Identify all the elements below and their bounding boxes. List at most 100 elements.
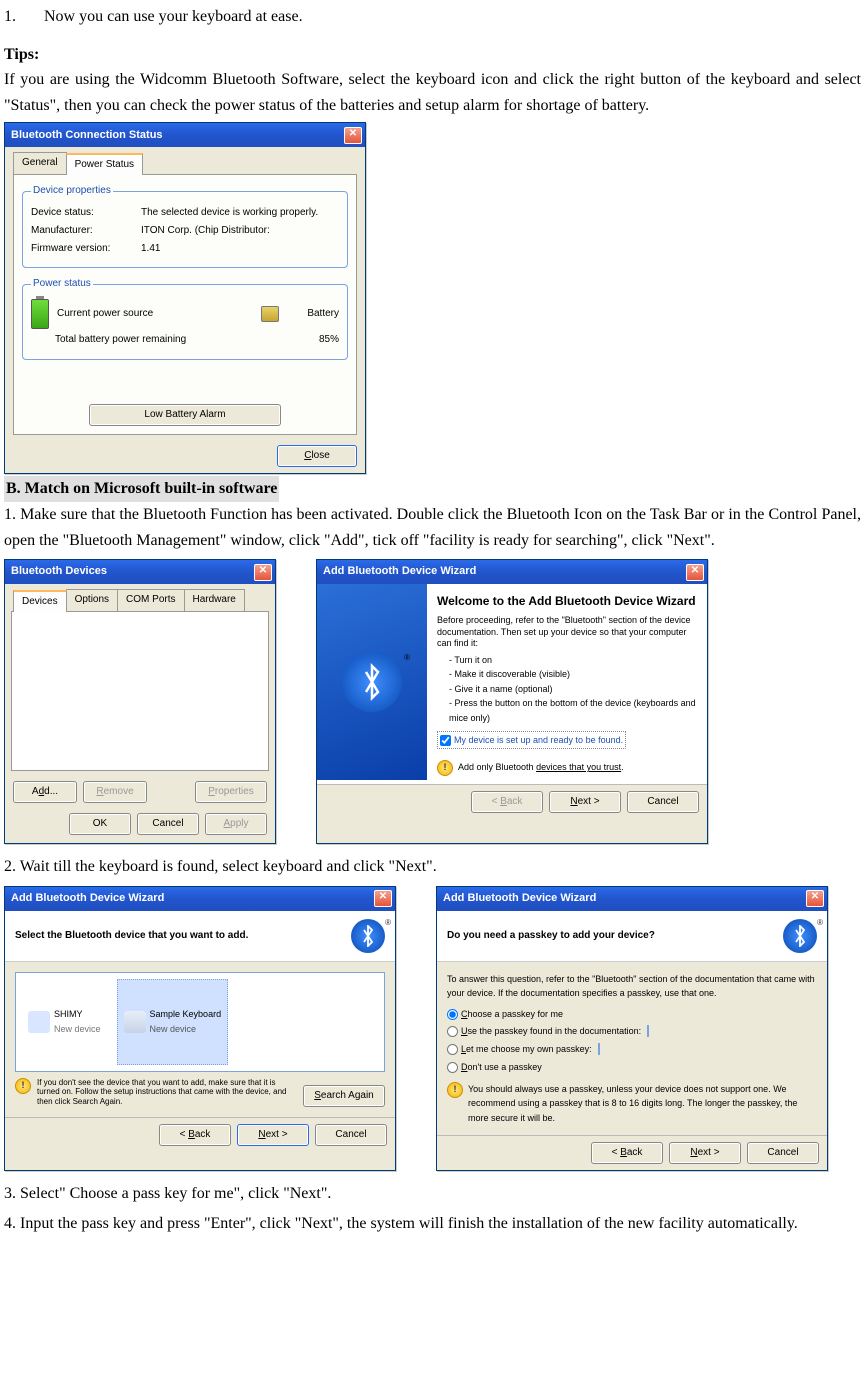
bluetooth-icon xyxy=(351,919,385,953)
next-button[interactable]: Next > xyxy=(669,1142,741,1164)
step-text: Now you can use your keyboard at ease. xyxy=(44,8,303,25)
bluetooth-status-dialog: Bluetooth Connection Status ✕ General Po… xyxy=(4,122,366,474)
cancel-button[interactable]: Cancel xyxy=(747,1142,819,1164)
keyboard-icon xyxy=(124,1011,146,1033)
tab-power-status[interactable]: Power Status xyxy=(66,153,143,175)
titlebar[interactable]: Bluetooth Connection Status ✕ xyxy=(5,123,365,147)
para-b4: 4. Input the pass key and press "Enter",… xyxy=(4,1211,861,1237)
titlebar[interactable]: Add Bluetooth Device Wizard ✕ xyxy=(5,887,395,911)
search-hint: If you don't see the device that you wan… xyxy=(37,1078,297,1107)
warning-icon: ! xyxy=(15,1078,31,1094)
ready-checkbox[interactable]: My device is set up and ready to be foun… xyxy=(437,731,626,749)
tab-devices[interactable]: Devices xyxy=(13,590,67,612)
tab-strip: General Power Status xyxy=(5,147,365,174)
add-button[interactable]: Add... xyxy=(13,781,77,803)
registered-mark: ® xyxy=(817,917,823,930)
value: Battery xyxy=(279,306,339,322)
properties-button: Properties xyxy=(195,781,267,803)
device-icon xyxy=(28,1011,50,1033)
label: Total battery power remaining xyxy=(55,332,279,348)
legend: Power status xyxy=(31,276,93,292)
device-properties-group: Device properties Device status:The sele… xyxy=(22,183,348,268)
next-button[interactable]: Next > xyxy=(549,791,621,813)
value: The selected device is working properly. xyxy=(141,205,339,221)
close-icon[interactable]: ✕ xyxy=(344,127,362,144)
cancel-button[interactable]: Cancel xyxy=(627,791,699,813)
add-device-wizard-welcome: Add Bluetooth Device Wizard ✕ ® Welcome … xyxy=(316,559,708,844)
device-list xyxy=(11,611,269,771)
titlebar[interactable]: Add Bluetooth Device Wizard ✕ xyxy=(437,887,827,911)
passkey-input[interactable] xyxy=(598,1043,600,1055)
close-icon[interactable]: ✕ xyxy=(254,564,272,581)
wizard-heading: Welcome to the Add Bluetooth Device Wiza… xyxy=(437,592,697,611)
checkbox[interactable] xyxy=(440,735,451,746)
value: ITON Corp. (Chip Distributor: xyxy=(141,223,339,239)
value: 1.41 xyxy=(141,241,339,257)
radio-no-passkey[interactable]: Don't use a passkey xyxy=(447,1060,817,1074)
device-list[interactable]: SHIMY New device Sample Keyboard New dev… xyxy=(15,972,385,1072)
ok-button[interactable]: OK xyxy=(69,813,131,835)
passkey-warning: You should always use a passkey, unless … xyxy=(468,1082,817,1125)
radio-use-doc-passkey[interactable]: Use the passkey found in the documentati… xyxy=(447,1024,817,1039)
passkey-input[interactable] xyxy=(647,1025,649,1037)
step-1: 1. Now you can use your keyboard at ease… xyxy=(4,4,861,30)
device-name: Sample Keyboard xyxy=(150,1007,222,1021)
cancel-button[interactable]: Cancel xyxy=(137,813,199,835)
search-again-button[interactable]: Search Again xyxy=(303,1085,385,1107)
tips-heading: Tips: xyxy=(4,42,861,68)
dialog-title: Bluetooth Connection Status xyxy=(11,127,344,145)
bluetooth-icon xyxy=(783,919,817,953)
tab-options[interactable]: Options xyxy=(66,589,118,611)
device-sub: New device xyxy=(54,1022,101,1036)
radio-own-passkey[interactable]: Let me choose my own passkey: xyxy=(447,1042,817,1057)
list-item: Turn it on xyxy=(449,653,697,667)
wizard-head-text: Do you need a passkey to add your device… xyxy=(447,928,783,944)
tab-body: Device properties Device status:The sele… xyxy=(13,174,357,435)
power-status-group: Power status Current power source Batter… xyxy=(22,276,348,360)
back-button[interactable]: < Back xyxy=(591,1142,663,1164)
back-button: < Back xyxy=(471,791,543,813)
bluetooth-devices-dialog: Bluetooth Devices ✕ Devices Options COM … xyxy=(4,559,276,844)
wizard-side-image: ® xyxy=(317,584,427,780)
device-item-shimy[interactable]: SHIMY New device xyxy=(22,979,107,1065)
dialog-title: Add Bluetooth Device Wizard xyxy=(443,890,806,908)
cancel-button[interactable]: Cancel xyxy=(315,1124,387,1146)
dialog-title: Add Bluetooth Device Wizard xyxy=(11,890,374,908)
titlebar[interactable]: Add Bluetooth Device Wizard ✕ xyxy=(317,560,707,584)
bluetooth-icon xyxy=(342,652,402,712)
close-icon[interactable]: ✕ xyxy=(374,890,392,907)
titlebar[interactable]: Bluetooth Devices ✕ xyxy=(5,560,275,584)
wizard-text: Before proceeding, refer to the "Bluetoo… xyxy=(437,615,697,649)
label: Device status: xyxy=(31,205,141,221)
wizard-head-text: Select the Bluetooth device that you wan… xyxy=(15,928,351,944)
low-battery-alarm-button[interactable]: Low Battery Alarm xyxy=(89,404,281,426)
close-button[interactable]: Close xyxy=(277,445,357,467)
registered-mark: ® xyxy=(385,917,391,930)
label: Current power source xyxy=(57,306,261,322)
close-icon[interactable]: ✕ xyxy=(806,890,824,907)
tab-com-ports[interactable]: COM Ports xyxy=(117,589,184,611)
back-button[interactable]: < Back xyxy=(159,1124,231,1146)
close-icon[interactable]: ✕ xyxy=(686,564,704,581)
remove-button: Remove xyxy=(83,781,147,803)
label: Manufacturer: xyxy=(31,223,141,239)
next-button[interactable]: Next > xyxy=(237,1124,309,1146)
step-number: 1. xyxy=(4,4,40,30)
add-device-wizard-select: Add Bluetooth Device Wizard ✕ Select the… xyxy=(4,886,396,1171)
para-b1: 1. Make sure that the Bluetooth Function… xyxy=(4,502,861,553)
tab-hardware[interactable]: Hardware xyxy=(184,589,245,611)
battery-icon xyxy=(31,299,49,329)
device-item-keyboard[interactable]: Sample Keyboard New device xyxy=(117,979,229,1065)
apply-button: Apply xyxy=(205,813,267,835)
para-b3: 3. Select" Choose a pass key for me", cl… xyxy=(4,1181,861,1207)
tab-general[interactable]: General xyxy=(13,152,67,174)
add-device-wizard-passkey: Add Bluetooth Device Wizard ✕ Do you nee… xyxy=(436,886,828,1171)
dialog-title: Add Bluetooth Device Wizard xyxy=(323,563,686,581)
radio-choose-for-me[interactable]: Choose a passkey for me xyxy=(447,1007,817,1021)
label: Firmware version: xyxy=(31,241,141,257)
warning-text: Add only Bluetooth devices that you trus… xyxy=(458,760,624,774)
registered-mark: ® xyxy=(404,652,410,665)
warning-icon: ! xyxy=(447,1082,463,1098)
battery-small-icon xyxy=(261,306,279,322)
warning-icon: ! xyxy=(437,760,453,776)
